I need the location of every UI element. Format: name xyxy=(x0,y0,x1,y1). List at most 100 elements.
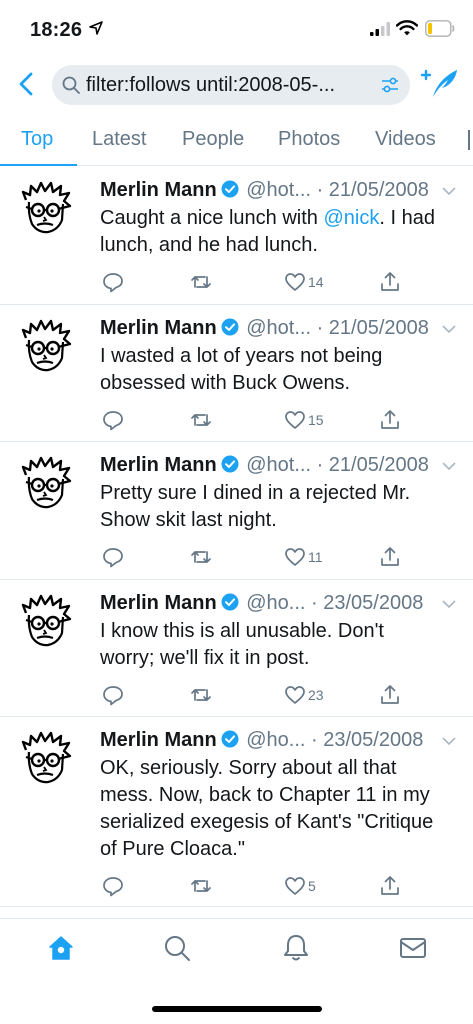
chevron-down-icon[interactable] xyxy=(441,323,457,335)
share-icon xyxy=(381,685,399,704)
share-button[interactable] xyxy=(379,268,401,296)
tweet-card[interactable]: Merlin Mann @hot... · 21/05/2008 I waste… xyxy=(0,305,473,442)
like-button[interactable]: 14 xyxy=(284,268,324,296)
search-icon[interactable] xyxy=(162,933,192,963)
reply-icon xyxy=(103,877,123,897)
tab-latest[interactable]: Latest xyxy=(92,128,146,151)
verified-badge-icon xyxy=(221,455,239,473)
tweet-text-part: OK, seriously. Sorry about all that mess… xyxy=(100,757,434,860)
search-tabs: Top Latest People Photos Videos xyxy=(0,112,473,166)
retweet-button[interactable] xyxy=(190,268,212,296)
tweet-actions: 11 xyxy=(100,543,410,571)
like-count: 15 xyxy=(308,412,324,428)
tweet-text: OK, seriously. Sorry about all that mess… xyxy=(100,755,440,863)
verified-badge-icon xyxy=(221,730,239,748)
bottom-nav xyxy=(0,918,473,982)
tweet-card[interactable]: Merlin Mann @ho... · 23/05/2008 OK, seri… xyxy=(0,717,473,907)
battery-icon xyxy=(425,20,455,37)
home-icon[interactable] xyxy=(46,933,76,963)
tweet-header: Merlin Mann @hot... · 21/05/2008 xyxy=(100,317,429,340)
reply-button[interactable] xyxy=(102,543,124,571)
chevron-down-icon[interactable] xyxy=(441,735,457,747)
avatar[interactable] xyxy=(18,455,74,511)
like-button[interactable]: 11 xyxy=(284,543,323,571)
tweet-actions: 14 xyxy=(100,268,410,296)
tweet-header: Merlin Mann @hot... · 21/05/2008 xyxy=(100,454,429,477)
tab-overflow-edge xyxy=(468,130,470,150)
reply-button[interactable] xyxy=(102,872,124,900)
heart-icon xyxy=(285,548,305,566)
author-name[interactable]: Merlin Mann xyxy=(100,454,217,476)
filter-sliders-icon[interactable] xyxy=(380,75,400,95)
reply-icon xyxy=(103,411,123,431)
retweet-icon xyxy=(191,276,211,288)
tweet-text: I know this is all unusable. Don't worry… xyxy=(100,618,440,672)
share-icon xyxy=(381,876,399,895)
chevron-down-icon[interactable] xyxy=(441,460,457,472)
tweet-text: Pretty sure I dined in a rejected Mr. Sh… xyxy=(100,480,440,534)
verified-badge-icon xyxy=(221,180,239,198)
retweet-button[interactable] xyxy=(190,681,212,709)
retweet-icon xyxy=(191,880,211,892)
author-name[interactable]: Merlin Mann xyxy=(100,179,217,201)
like-button[interactable]: 15 xyxy=(284,406,324,434)
verified-badge-icon xyxy=(221,593,239,611)
share-button[interactable] xyxy=(379,681,401,709)
reply-icon xyxy=(103,273,123,293)
share-button[interactable] xyxy=(379,872,401,900)
avatar[interactable] xyxy=(18,180,74,236)
messages-icon[interactable] xyxy=(398,933,428,963)
active-tab-indicator xyxy=(0,164,77,166)
share-icon xyxy=(381,272,399,291)
tweet-text-part: Pretty sure I dined in a rejected Mr. Sh… xyxy=(100,482,411,531)
tweet-actions: 23 xyxy=(100,681,410,709)
cellular-signal-icon xyxy=(370,22,390,36)
reply-button[interactable] xyxy=(102,406,124,434)
handle-and-date: @ho... · 23/05/2008 xyxy=(246,729,424,751)
tweet-text-part: I know this is all unusable. Don't worry… xyxy=(100,620,384,669)
reply-button[interactable] xyxy=(102,681,124,709)
tweet-feed: Merlin Mann @hot... · 21/05/2008 Caught … xyxy=(0,167,473,907)
author-name[interactable]: Merlin Mann xyxy=(100,317,217,339)
reply-button[interactable] xyxy=(102,268,124,296)
like-count: 23 xyxy=(308,687,324,703)
author-name[interactable]: Merlin Mann xyxy=(100,592,217,614)
handle-and-date: @hot... · 21/05/2008 xyxy=(246,317,429,339)
share-button[interactable] xyxy=(379,406,401,434)
tab-videos[interactable]: Videos xyxy=(375,128,436,151)
author-name[interactable]: Merlin Mann xyxy=(100,729,217,751)
chevron-left-icon[interactable] xyxy=(14,70,38,98)
tweet-actions: 15 xyxy=(100,406,410,434)
chevron-down-icon[interactable] xyxy=(441,185,457,197)
avatar[interactable] xyxy=(18,318,74,374)
like-button[interactable]: 23 xyxy=(284,681,324,709)
tab-people[interactable]: People xyxy=(182,128,244,151)
retweet-icon xyxy=(191,414,211,426)
retweet-button[interactable] xyxy=(190,543,212,571)
search-header: filter:follows until:2008-05-... xyxy=(0,56,473,112)
search-field[interactable]: filter:follows until:2008-05-... xyxy=(52,65,410,105)
tab-top[interactable]: Top xyxy=(21,128,53,151)
avatar[interactable] xyxy=(18,730,74,786)
notifications-icon[interactable] xyxy=(281,933,311,963)
avatar[interactable] xyxy=(18,593,74,649)
retweet-button[interactable] xyxy=(190,872,212,900)
tweet-card[interactable]: Merlin Mann @hot... · 21/05/2008 Caught … xyxy=(0,167,473,305)
heart-icon xyxy=(285,411,305,429)
share-button[interactable] xyxy=(379,543,401,571)
retweet-button[interactable] xyxy=(190,406,212,434)
chevron-down-icon[interactable] xyxy=(441,598,457,610)
mention-link[interactable]: @nick xyxy=(323,207,379,229)
tab-photos[interactable]: Photos xyxy=(278,128,340,151)
share-icon xyxy=(381,547,399,566)
compose-tweet-icon[interactable] xyxy=(420,66,460,102)
tweet-card[interactable]: Merlin Mann @ho... · 23/05/2008 I know t… xyxy=(0,580,473,717)
tweet-card[interactable]: Merlin Mann @hot... · 21/05/2008 Pretty … xyxy=(0,442,473,580)
tweet-actions: 5 xyxy=(100,872,410,900)
location-arrow-icon xyxy=(89,21,103,35)
search-query[interactable]: filter:follows until:2008-05-... xyxy=(86,74,335,97)
like-button[interactable]: 5 xyxy=(284,872,316,900)
heart-icon xyxy=(285,686,305,704)
retweet-icon xyxy=(191,551,211,563)
like-count: 14 xyxy=(308,274,324,290)
